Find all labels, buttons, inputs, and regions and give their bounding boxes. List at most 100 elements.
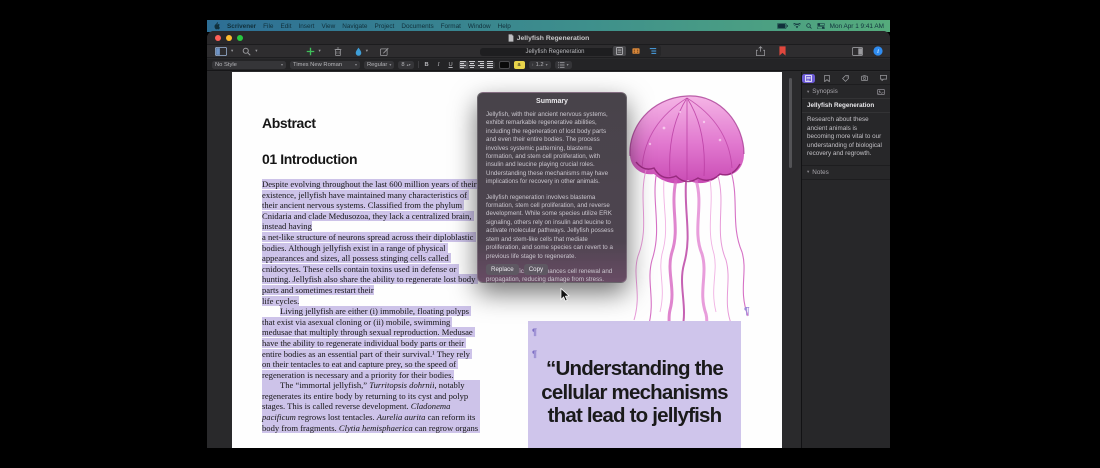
main-toolbar: ▾ ▾ ▾ [207, 45, 890, 58]
trash-icon[interactable] [334, 47, 342, 56]
apple-menu-icon[interactable] [213, 22, 220, 30]
menu-bar-clock[interactable]: Mon Apr 1 9:41 AM [830, 23, 884, 30]
tag-icon [842, 75, 849, 82]
align-center-button[interactable] [468, 61, 477, 69]
search-options-caret[interactable]: ▾ [255, 48, 257, 54]
align-right-button[interactable] [477, 61, 486, 69]
search-icon[interactable] [242, 47, 251, 56]
outline-view-icon [649, 47, 657, 55]
synopsis-card[interactable]: Jellyfish Regeneration Research about th… [802, 98, 890, 166]
font-variant-dropdown[interactable]: Regular▾ [364, 61, 394, 69]
svg-text:i: i [877, 48, 879, 55]
layout-panels-icon[interactable] [852, 47, 863, 56]
inspector-tab-bar [802, 72, 890, 85]
list-icon [558, 62, 565, 68]
ink-droplet-caret[interactable]: ▾ [366, 48, 368, 54]
pull-quote-block[interactable]: ¶ ¶ “Understanding the cellular mechanis… [528, 321, 741, 448]
corkboard-view-icon [632, 47, 640, 55]
tab-bookmarks[interactable] [821, 74, 834, 83]
speech-bubble-icon [880, 75, 887, 81]
view-mode-document-button[interactable] [613, 46, 626, 56]
summary-popover: Summary Jellyfish, with their ancient ne… [477, 92, 627, 283]
menu-item-insert[interactable]: Insert [298, 23, 314, 30]
format-bar: No Style▾ Times New Roman▾ Regular▾ 8▴▾ … [207, 59, 890, 71]
tab-comments[interactable] [877, 74, 890, 83]
style-dropdown[interactable]: No Style▾ [212, 61, 286, 69]
bold-button[interactable]: B [423, 61, 431, 69]
synopsis-title[interactable]: Jellyfish Regeneration [802, 99, 890, 113]
alignment-group [459, 61, 495, 69]
add-item-icon[interactable] [306, 47, 315, 56]
pilcrow-mark: ¶ [532, 327, 537, 337]
menu-item-project[interactable]: Project [374, 23, 394, 30]
pull-quote-text: “Understanding the cellular mechanisms t… [530, 357, 739, 428]
synopsis-image-toggle-icon[interactable] [877, 89, 885, 95]
align-left-button[interactable] [459, 61, 468, 69]
inspector-info-icon[interactable]: i [873, 46, 883, 56]
binder-sidebar-toggle-icon[interactable] [215, 47, 227, 56]
window-title: Jellyfish Regeneration [207, 31, 890, 45]
tab-notes[interactable] [802, 74, 815, 83]
apple-logo-icon [213, 22, 220, 30]
heading-abstract: Abstract [262, 115, 316, 131]
heading-introduction: 01 Introduction [262, 151, 357, 167]
list-style-dropdown[interactable]: ▾ [555, 61, 572, 69]
menu-item-scrivener[interactable]: Scrivener [227, 23, 256, 30]
italic-button[interactable]: I [435, 61, 443, 69]
popover-paragraph: Jellyfish regeneration involves blastema… [486, 194, 618, 261]
notes-section-header[interactable]: ▾ Notes [802, 166, 890, 180]
wifi-icon[interactable] [793, 23, 801, 29]
quick-search-field[interactable]: Jellyfish Regeneration [480, 48, 630, 57]
mouse-cursor [560, 288, 570, 302]
underline-button[interactable]: U [447, 61, 455, 69]
menu-item-help[interactable]: Help [498, 23, 511, 30]
spotlight-search-icon[interactable] [806, 23, 812, 29]
document-icon [508, 34, 514, 42]
notes-icon [805, 75, 812, 82]
font-family-dropdown[interactable]: Times New Roman▾ [290, 61, 360, 69]
menu-item-navigate[interactable]: Navigate [342, 23, 367, 30]
compose-icon[interactable] [380, 47, 389, 56]
tab-metadata[interactable] [840, 74, 853, 83]
menu-item-edit[interactable]: Edit [280, 23, 291, 30]
collapsed-binder-strip [207, 72, 232, 448]
bookmark-icon [824, 75, 830, 82]
body-text-column[interactable]: Despite evolving throughout the last 600… [262, 179, 480, 433]
paragraph-3: The “immortal jellyfish,” Turritopsis do… [262, 380, 480, 433]
replace-button[interactable]: Replace [486, 264, 519, 275]
menu-item-view[interactable]: View [321, 23, 335, 30]
bookmark-flag-icon[interactable] [779, 46, 786, 56]
copy-button[interactable]: Copy [524, 264, 548, 275]
menu-item-format[interactable]: Format [441, 23, 461, 30]
battery-icon[interactable] [777, 23, 788, 29]
window-title-bar: Jellyfish Regeneration [207, 31, 890, 45]
menu-item-documents[interactable]: Documents [401, 23, 433, 30]
inspector-panel: ▾ Synopsis Jellyfish Regeneration Resear… [801, 72, 890, 448]
add-item-caret[interactable]: ▾ [319, 48, 321, 54]
editor-scrollbar[interactable] [789, 78, 792, 168]
text-color-well[interactable] [499, 61, 510, 69]
synopsis-text[interactable]: Research about these ancient animals is … [802, 113, 890, 165]
view-mode-outline-button[interactable] [646, 46, 660, 56]
control-center-icon[interactable] [817, 23, 825, 29]
paragraph-1: Despite evolving throughout the last 600… [262, 179, 480, 306]
document-view-icon [616, 47, 623, 55]
highlight-color-well[interactable]: a [514, 61, 525, 69]
line-spacing-dropdown[interactable]: ↕1.2▾ [529, 61, 551, 69]
font-size-stepper[interactable]: 8▴▾ [398, 61, 413, 69]
ink-droplet-icon[interactable] [355, 47, 362, 56]
editor-right-gutter [782, 72, 801, 448]
binder-toggle-caret[interactable]: ▾ [231, 48, 233, 54]
menu-item-window[interactable]: Window [468, 23, 491, 30]
menu-item-file[interactable]: File [263, 23, 273, 30]
align-justify-button[interactable] [486, 61, 495, 69]
paragraph-2: Living jellyfish are either (i) immobile… [262, 306, 480, 380]
popover-title: Summary [486, 98, 618, 105]
share-icon[interactable] [756, 46, 765, 56]
chevron-down-icon: ▾ [807, 169, 809, 175]
tab-snapshots[interactable] [858, 74, 871, 83]
view-mode-corkboard-button[interactable] [629, 46, 643, 56]
chevron-down-icon: ▾ [807, 89, 809, 95]
synopsis-section-header[interactable]: ▾ Synopsis [802, 85, 890, 98]
camera-icon [861, 75, 868, 81]
